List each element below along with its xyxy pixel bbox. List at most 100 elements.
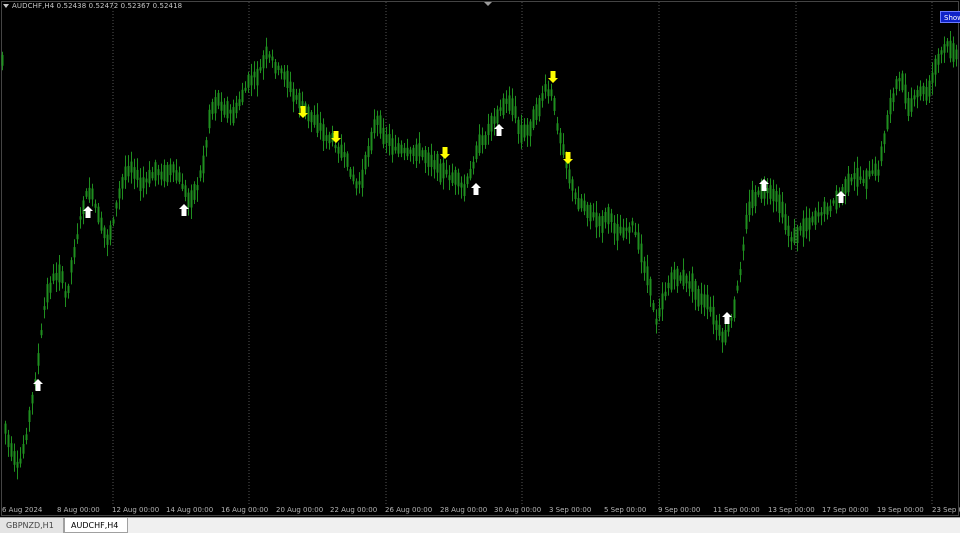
candle — [928, 75, 931, 103]
time-axis-label: 6 Aug 2024 — [2, 506, 43, 514]
candle — [898, 71, 901, 92]
arrow-up-icon — [494, 124, 504, 136]
collapse-triangle-icon[interactable] — [3, 4, 9, 8]
candle — [346, 151, 349, 171]
time-axis-label: 23 Sep 0 — [932, 506, 960, 514]
candle — [685, 273, 688, 293]
time-axis-label: 17 Sep 00:00 — [822, 506, 869, 514]
candle — [109, 220, 112, 246]
candle — [667, 275, 670, 296]
candle — [49, 276, 52, 300]
candle — [337, 142, 340, 163]
candle — [865, 168, 868, 200]
candle — [793, 218, 796, 246]
candle — [28, 406, 31, 432]
candle — [679, 272, 682, 284]
candle — [193, 181, 196, 204]
candle — [634, 222, 637, 238]
candle — [55, 262, 58, 292]
candle — [394, 134, 397, 154]
candle — [850, 174, 853, 186]
candle — [949, 30, 952, 63]
candle — [889, 89, 892, 124]
candle — [100, 211, 103, 234]
candle — [13, 443, 16, 472]
candle — [874, 156, 877, 181]
chart-canvas[interactable] — [0, 0, 960, 517]
candle — [352, 166, 355, 185]
candle — [64, 282, 67, 307]
candle — [205, 136, 208, 157]
arrow-down-icon — [440, 147, 450, 159]
candle — [166, 162, 169, 186]
price-chart[interactable]: AUDCHF,H4 0.52438 0.52472 0.52367 0.5241… — [0, 0, 960, 517]
candle — [415, 138, 418, 168]
tab-gbpnzd-h1[interactable]: GBPNZD,H1 — [0, 518, 64, 533]
candle — [457, 168, 460, 195]
candle — [196, 177, 199, 202]
candle — [700, 282, 703, 314]
candle — [319, 111, 322, 140]
candle — [208, 104, 211, 134]
time-axis-label: 28 Aug 00:00 — [440, 506, 488, 514]
candle — [262, 50, 265, 80]
candle — [292, 82, 295, 113]
candle — [76, 223, 79, 244]
arrow-up-icon — [471, 183, 481, 195]
candle — [541, 85, 544, 108]
candle — [502, 93, 505, 119]
candle — [913, 89, 916, 107]
candle — [250, 63, 253, 97]
candle — [751, 180, 754, 216]
show-button[interactable]: Show — [940, 11, 960, 23]
candle — [754, 185, 757, 214]
candle — [580, 194, 583, 212]
tab-audchf-h4[interactable]: AUDCHF,H4 — [64, 518, 128, 533]
time-axis-label: 22 Aug 00:00 — [330, 506, 378, 514]
candle — [466, 173, 469, 188]
candle — [484, 131, 487, 149]
candle — [61, 265, 64, 289]
candle — [682, 258, 685, 290]
candle — [202, 145, 205, 183]
candle — [577, 186, 580, 212]
time-axis-label: 3 Sep 00:00 — [549, 506, 592, 514]
candle — [808, 208, 811, 242]
candle — [421, 147, 424, 161]
candle — [916, 85, 919, 109]
candle — [940, 46, 943, 64]
candle — [316, 103, 319, 138]
candle — [43, 297, 46, 319]
candle — [757, 186, 760, 198]
candle — [955, 44, 958, 67]
candle — [862, 170, 865, 187]
candle — [514, 95, 517, 124]
candle — [433, 150, 436, 179]
candle — [691, 266, 694, 303]
candle — [331, 125, 334, 147]
candle — [103, 225, 106, 248]
candle — [481, 127, 484, 154]
candle — [259, 59, 262, 74]
candle — [19, 447, 22, 468]
candle — [529, 119, 532, 147]
candle — [367, 138, 370, 167]
candle — [532, 106, 535, 131]
candle — [613, 215, 616, 245]
candle — [283, 65, 286, 87]
chart-shift-marker-icon[interactable] — [484, 2, 492, 6]
candle — [739, 261, 742, 283]
candle — [454, 166, 457, 195]
candle — [475, 141, 478, 163]
candle — [25, 427, 28, 445]
candle — [721, 328, 724, 353]
candle — [31, 391, 34, 415]
candle — [676, 265, 679, 293]
candle — [439, 158, 442, 185]
candle — [820, 207, 823, 226]
candle — [340, 134, 343, 161]
candle — [619, 214, 622, 236]
candle — [907, 91, 910, 122]
candle — [664, 282, 667, 301]
candle — [868, 160, 871, 180]
